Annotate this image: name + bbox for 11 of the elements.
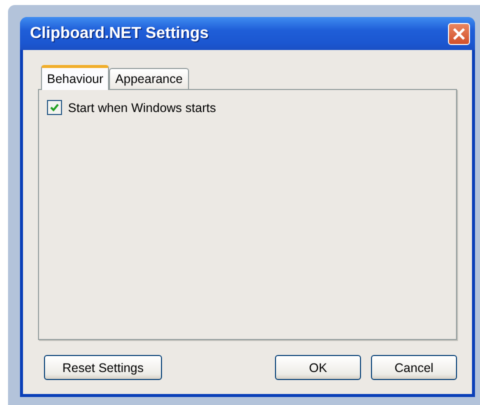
checkbox[interactable] [47, 100, 62, 115]
dialog-button[interactable]: OK [275, 355, 361, 380]
close-button[interactable] [448, 22, 470, 44]
checkbox-label: Start when Windows starts [68, 100, 216, 114]
tab[interactable]: Behaviour [41, 65, 110, 90]
close-icon [453, 28, 465, 40]
check-icon [50, 103, 59, 112]
dialog-button[interactable]: Reset Settings [44, 355, 162, 380]
dialog-button[interactable]: Cancel [371, 355, 457, 380]
window-title: Clipboard.NET Settings [30, 24, 209, 42]
tab[interactable]: Appearance [109, 68, 189, 89]
